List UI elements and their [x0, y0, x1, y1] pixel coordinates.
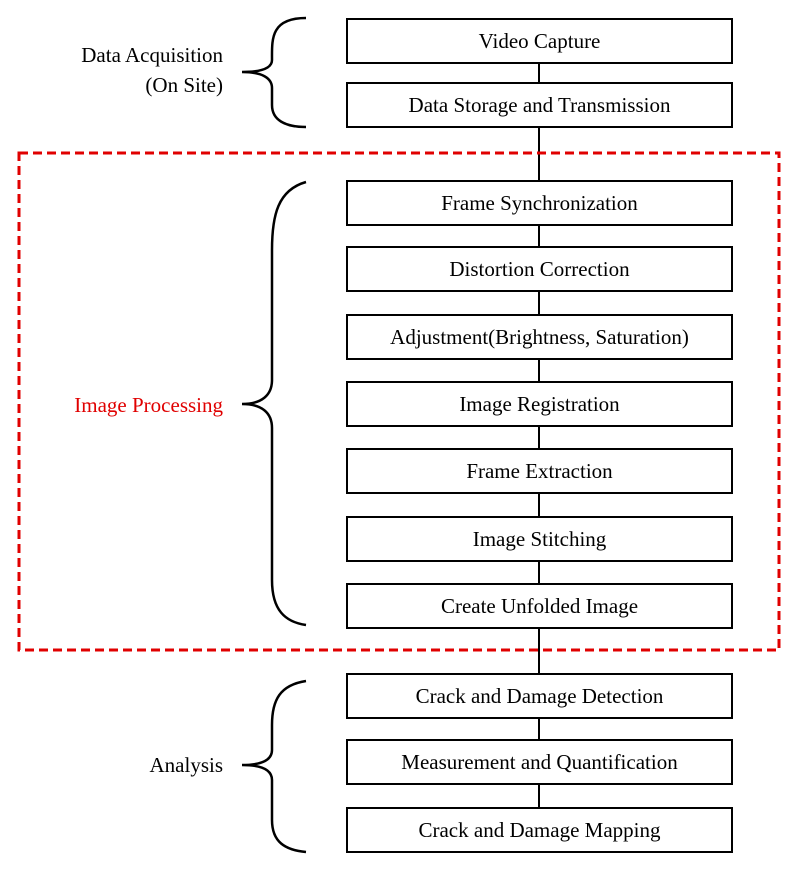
step-adjustment: Adjustment(Brightness, Saturation) [346, 314, 733, 360]
step-data-storage: Data Storage and Transmission [346, 82, 733, 128]
label-line: Data Acquisition [81, 43, 223, 67]
step-frame-synchronization: Frame Synchronization [346, 180, 733, 226]
label-data-acquisition: Data Acquisition (On Site) [81, 40, 223, 100]
label-line: Analysis [149, 753, 224, 777]
label-image-processing: Image Processing [74, 390, 223, 420]
step-video-capture: Video Capture [346, 18, 733, 64]
step-image-stitching: Image Stitching [346, 516, 733, 562]
step-frame-extraction: Frame Extraction [346, 448, 733, 494]
brace-analysis [241, 679, 307, 854]
step-distortion-correction: Distortion Correction [346, 246, 733, 292]
step-measurement: Measurement and Quantification [346, 739, 733, 785]
step-crack-mapping: Crack and Damage Mapping [346, 807, 733, 853]
label-line: (On Site) [145, 73, 223, 97]
step-crack-detection: Crack and Damage Detection [346, 673, 733, 719]
brace-image-processing [241, 180, 307, 627]
brace-data-acquisition [241, 16, 307, 129]
label-line: Image Processing [74, 393, 223, 417]
workflow-diagram: Data Acquisition (On Site) Image Process… [0, 0, 801, 892]
label-analysis: Analysis [150, 750, 224, 780]
step-image-registration: Image Registration [346, 381, 733, 427]
step-create-unfolded-image: Create Unfolded Image [346, 583, 733, 629]
